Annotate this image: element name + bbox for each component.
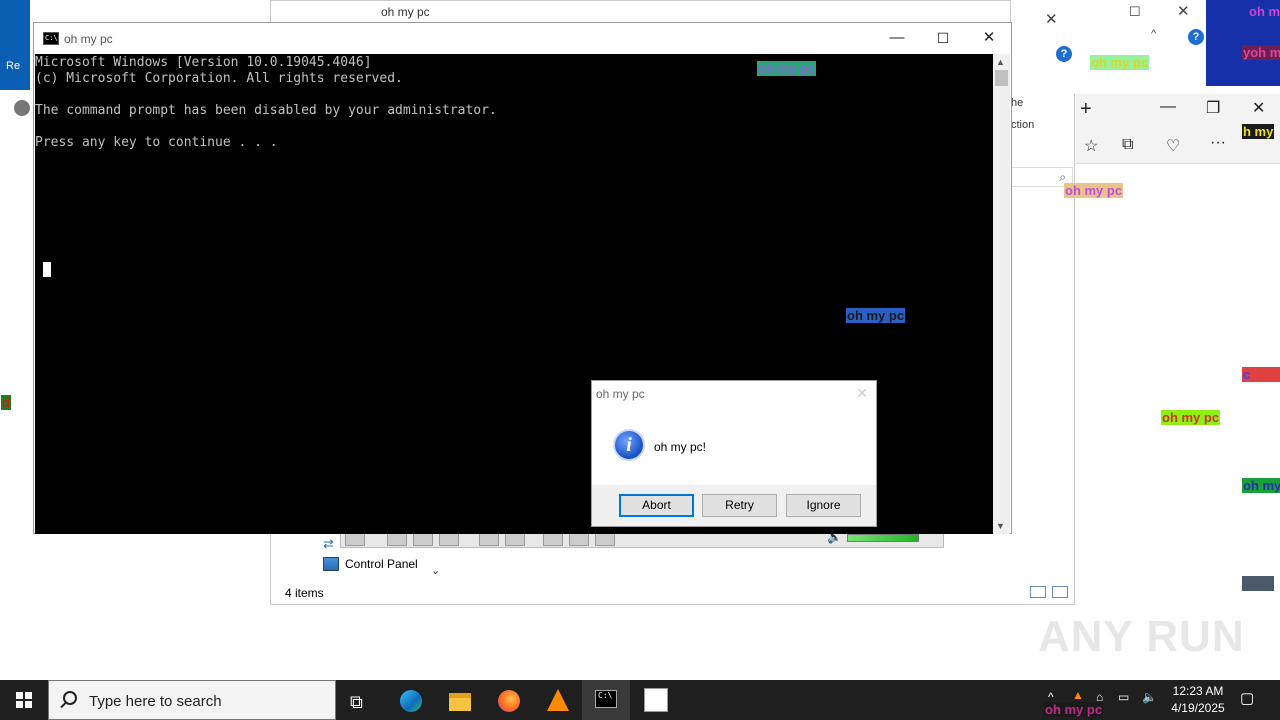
taskbar-vlc[interactable] — [537, 686, 577, 718]
list-item-label: Control Panel — [345, 557, 418, 571]
close-button[interactable]: ✕ — [966, 27, 1012, 51]
vertical-scrollbar[interactable]: ▲ ▼ — [993, 54, 1010, 534]
chevron-up-icon[interactable]: ^ — [1151, 28, 1156, 40]
explorer-side-text-2: ction — [1011, 119, 1035, 131]
new-tab-icon[interactable]: + — [1080, 98, 1092, 121]
retry-button[interactable]: Retry — [702, 494, 777, 517]
document-icon — [644, 688, 668, 712]
windows-logo-icon — [16, 692, 32, 708]
help-icon[interactable]: ? — [1188, 29, 1204, 45]
large-icons-view-icon[interactable] — [1052, 586, 1068, 598]
details-view-icon[interactable] — [1030, 586, 1046, 598]
maximize-button[interactable]: ☐ — [920, 27, 966, 51]
clock-time: 12:23 AM — [1172, 684, 1224, 698]
task-view-icon: ⧉ — [350, 692, 363, 712]
list-item[interactable]: Control Panel — [323, 557, 418, 571]
edge-icon — [400, 690, 422, 712]
collections-icon[interactable]: ⧉ — [1122, 136, 1133, 154]
floating-text-tag: c — [1242, 367, 1280, 382]
help-icon[interactable]: ? — [1056, 46, 1072, 62]
close-icon[interactable]: ✕ — [1177, 2, 1190, 20]
floating-text-tag: oh my pc — [757, 61, 817, 76]
minimize-button[interactable]: — — [874, 27, 920, 51]
scrollbar-thumb[interactable] — [995, 70, 1008, 86]
background-window-right[interactable]: ? ? ☐ ✕ ✕ ^ — [1010, 0, 1206, 94]
search-placeholder: Type here to search — [89, 693, 222, 710]
vlc-icon — [547, 689, 569, 711]
floating-text-tag: h my — [1242, 124, 1275, 139]
chevron-down-icon[interactable]: ⌄ — [431, 564, 440, 577]
volume-icon[interactable]: 🔈 — [1142, 690, 1157, 720]
floating-text-tag: oh my pc — [1044, 702, 1104, 717]
ethernet-icon[interactable]: ▭ — [1118, 690, 1129, 720]
floating-text-tag: oh my pc — [1248, 4, 1280, 19]
sync-icon: ⇄ — [323, 536, 334, 551]
start-button[interactable] — [0, 680, 48, 720]
taskbar-notepad[interactable] — [634, 680, 678, 720]
maximize-icon[interactable]: ☐ — [1129, 4, 1141, 20]
scroll-up-icon[interactable]: ▲ — [996, 57, 1005, 67]
ignore-button[interactable]: Ignore — [786, 494, 861, 517]
close-icon[interactable]: ✕ — [1045, 10, 1058, 28]
background-app-sidebar — [0, 90, 34, 690]
system-clock[interactable]: 12:23 AM 4/19/2025 — [1160, 683, 1236, 717]
abort-button[interactable]: Abort — [619, 494, 694, 517]
console-line: (c) Microsoft Corporation. All rights re… — [35, 71, 403, 86]
dialog-title-bar[interactable]: oh my pc ✕ — [592, 381, 876, 407]
taskbar-file-explorer[interactable] — [439, 686, 479, 718]
view-toggle[interactable] — [1030, 586, 1068, 598]
explorer-side-text-1: he — [1011, 97, 1024, 109]
text-cursor — [43, 262, 51, 277]
explorer-title: oh my pc — [381, 5, 430, 19]
title-bar[interactable]: C:\ oh my pc — ☐ ✕ — [34, 23, 1011, 54]
dialog-title: oh my pc — [596, 387, 645, 401]
search-icon — [63, 691, 77, 705]
floating-text-tag: oh my pc — [1242, 478, 1280, 493]
control-panel-icon — [323, 557, 339, 571]
status-bar-text: 4 items — [285, 586, 324, 600]
floating-text-tag: oh my pc — [846, 308, 906, 323]
dialog-message: oh my pc! — [654, 440, 707, 454]
taskbar-edge[interactable] — [390, 686, 430, 718]
notification-icon[interactable]: ▢ — [1240, 689, 1254, 720]
floating-text-tag: oh my pc — [1064, 183, 1124, 198]
console-line: Microsoft Windows [Version 10.0.19045.40… — [35, 55, 372, 70]
firefox-icon — [498, 690, 520, 712]
taskbar-cmd[interactable]: C:\ — [582, 680, 630, 720]
close-icon[interactable]: ✕ — [856, 385, 868, 402]
taskbar-firefox[interactable] — [488, 686, 528, 718]
task-view-button[interactable]: ⧉ — [340, 686, 380, 718]
minimize-icon[interactable]: — — [1160, 98, 1176, 116]
more-menu-icon[interactable]: ··· — [1210, 134, 1226, 152]
dialog-body: i oh my pc! — [592, 407, 876, 485]
performance-icon[interactable]: ♡ — [1166, 136, 1180, 156]
desktop-icon-label[interactable]: Re — [6, 60, 20, 72]
taskbar-search[interactable]: Type here to search — [48, 680, 336, 720]
avatar[interactable] — [14, 100, 30, 116]
floating-text-tag: d — [1, 395, 11, 410]
scroll-down-icon[interactable]: ▼ — [996, 521, 1005, 531]
floating-text-tag: oh my pc — [1161, 410, 1221, 425]
console-line: The command prompt has been disabled by … — [35, 103, 497, 118]
cmd-app-icon: C:\ — [43, 32, 59, 45]
restore-icon[interactable]: ❐ — [1206, 98, 1220, 118]
folder-icon — [449, 693, 471, 711]
cmd-icon: C:\ — [595, 690, 617, 708]
floating-color-block — [1242, 576, 1274, 591]
information-icon: i — [613, 429, 645, 461]
floating-text-tag: oh my pc — [1090, 55, 1150, 70]
volume-slider[interactable] — [847, 534, 919, 542]
window-title: oh my pc — [64, 32, 113, 46]
clock-date: 4/19/2025 — [1171, 701, 1225, 715]
watermark: ANY RUN — [1038, 612, 1245, 661]
message-dialog[interactable]: oh my pc ✕ i oh my pc! Abort Retry Ignor… — [591, 380, 877, 527]
floating-text-tag: yoh my — [1242, 45, 1280, 60]
favorites-icon[interactable]: ☆ — [1084, 136, 1098, 156]
console-line: Press any key to continue . . . — [35, 135, 278, 150]
close-icon[interactable]: ✕ — [1252, 98, 1265, 118]
